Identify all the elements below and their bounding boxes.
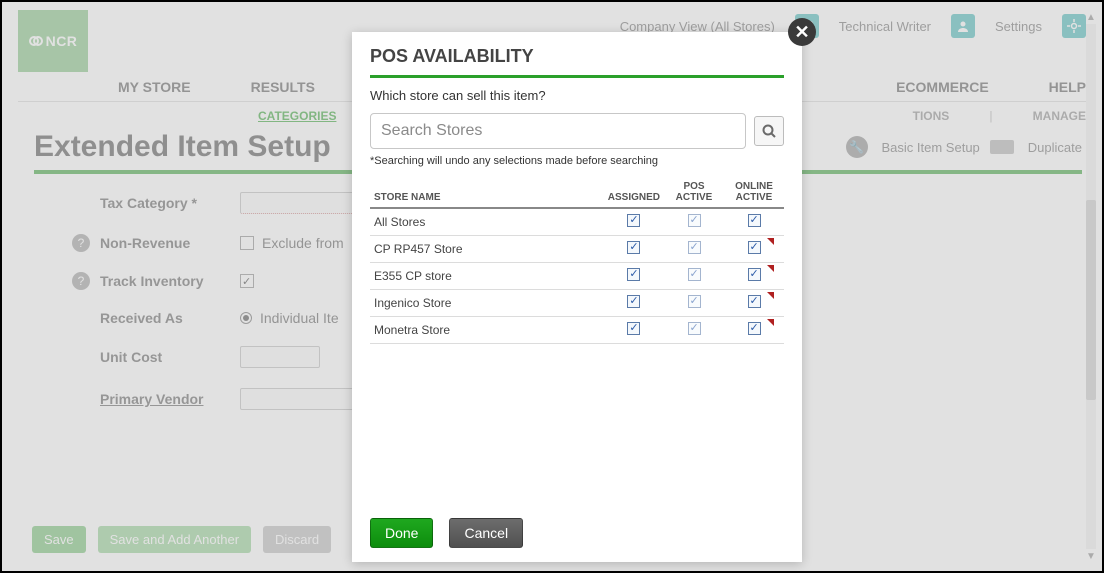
nav-my-store[interactable]: MY STORE	[118, 79, 191, 95]
label-track-inventory: Track Inventory	[100, 273, 240, 289]
scroll-up-icon[interactable]: ▲	[1084, 10, 1098, 24]
exclude-checkbox[interactable]	[240, 236, 254, 250]
online-active-checkbox[interactable]	[748, 322, 761, 335]
assigned-checkbox[interactable]	[627, 241, 640, 254]
store-name-cell: Monetra Store	[370, 317, 604, 344]
wrench-icon: 🔧	[846, 136, 868, 158]
close-icon[interactable]: ✕	[788, 18, 816, 46]
assigned-checkbox[interactable]	[627, 322, 640, 335]
scroll-down-icon[interactable]: ▼	[1084, 549, 1098, 563]
label-individual: Individual Ite	[260, 310, 339, 326]
search-button[interactable]	[754, 116, 784, 146]
table-row: All Stores	[370, 208, 784, 236]
label-received-as: Received As	[100, 310, 240, 326]
save-button[interactable]: Save	[32, 526, 86, 553]
scroll-thumb[interactable]	[1086, 200, 1096, 400]
flag-icon	[767, 292, 774, 299]
table-row: E355 CP store	[370, 263, 784, 290]
button-bar: Save Save and Add Another Discard	[32, 526, 331, 553]
modal-title: POS AVAILABILITY	[370, 46, 784, 78]
online-active-checkbox[interactable]	[748, 295, 761, 308]
received-as-radio[interactable]	[240, 312, 252, 324]
modal-subtitle: Which store can sell this item?	[370, 88, 784, 103]
table-row: Ingenico Store	[370, 290, 784, 317]
scrollbar[interactable]: ▲ ▼	[1084, 10, 1098, 563]
search-stores-input[interactable]: Search Stores	[370, 113, 746, 149]
search-icon	[761, 123, 777, 139]
subnav-tions[interactable]: TIONS	[913, 109, 950, 123]
pos-active-checkbox[interactable]	[688, 268, 701, 281]
track-inventory-checkbox[interactable]	[240, 274, 254, 288]
pos-active-checkbox[interactable]	[688, 322, 701, 335]
cancel-button[interactable]: Cancel	[449, 518, 523, 548]
user-role[interactable]: Technical Writer	[839, 19, 931, 34]
assigned-checkbox[interactable]	[627, 295, 640, 308]
assigned-checkbox[interactable]	[627, 268, 640, 281]
pos-active-checkbox[interactable]	[688, 295, 701, 308]
pos-active-checkbox[interactable]	[688, 214, 701, 227]
flag-icon	[767, 238, 774, 245]
discard-button[interactable]: Discard	[263, 526, 331, 553]
col-store-name: STORE NAME	[370, 177, 604, 208]
pos-availability-modal: ✕ POS AVAILABILITY Which store can sell …	[352, 32, 802, 562]
col-online-active: ONLINEACTIVE	[724, 177, 784, 208]
label-unit-cost: Unit Cost	[100, 349, 240, 365]
stores-table: STORE NAME ASSIGNED POSACTIVE ONLINEACTI…	[370, 177, 784, 344]
page-title: Extended Item Setup	[34, 130, 331, 164]
label-primary-vendor: Primary Vendor	[100, 391, 240, 407]
unit-cost-input[interactable]	[240, 346, 320, 368]
subnav-categories[interactable]: CATEGORIES	[258, 109, 336, 123]
store-name-cell: E355 CP store	[370, 263, 604, 290]
table-row: Monetra Store	[370, 317, 784, 344]
save-add-button[interactable]: Save and Add Another	[98, 526, 251, 553]
col-assigned: ASSIGNED	[604, 177, 664, 208]
flag-icon	[767, 265, 774, 272]
flag-icon	[767, 319, 774, 326]
settings-link[interactable]: Settings	[995, 19, 1042, 34]
nav-help[interactable]: HELP	[1049, 79, 1086, 95]
help-icon[interactable]: ?	[72, 272, 90, 290]
online-active-checkbox[interactable]	[748, 214, 761, 227]
store-name-cell: All Stores	[370, 208, 604, 236]
basic-item-setup-link[interactable]: Basic Item Setup	[882, 140, 980, 155]
store-name-cell: CP RP457 Store	[370, 236, 604, 263]
nav-results[interactable]: RESULTS	[251, 79, 315, 95]
label-exclude-from: Exclude from	[262, 235, 344, 251]
table-row: CP RP457 Store	[370, 236, 784, 263]
gear-icon[interactable]	[1062, 14, 1086, 38]
subnav-manage[interactable]: MANAGE	[1033, 109, 1086, 123]
done-button[interactable]: Done	[370, 518, 433, 548]
nav-ecommerce[interactable]: ECOMMERCE	[896, 79, 989, 95]
pos-active-checkbox[interactable]	[688, 241, 701, 254]
search-placeholder: Search Stores	[381, 122, 482, 140]
label-non-revenue: Non-Revenue	[100, 235, 240, 251]
store-name-cell: Ingenico Store	[370, 290, 604, 317]
logo-text: NCR	[46, 33, 78, 49]
search-note: *Searching will undo any selections made…	[370, 155, 784, 167]
duplicate-link[interactable]: Duplicate	[1028, 140, 1082, 155]
label-tax-category: Tax Category *	[100, 195, 240, 211]
assigned-checkbox[interactable]	[627, 214, 640, 227]
col-pos-active: POSACTIVE	[664, 177, 724, 208]
help-icon[interactable]: ?	[72, 234, 90, 252]
online-active-checkbox[interactable]	[748, 241, 761, 254]
online-active-checkbox[interactable]	[748, 268, 761, 281]
duplicate-icon	[994, 140, 1014, 154]
logo: NCR	[18, 10, 88, 72]
user-icon[interactable]	[951, 14, 975, 38]
